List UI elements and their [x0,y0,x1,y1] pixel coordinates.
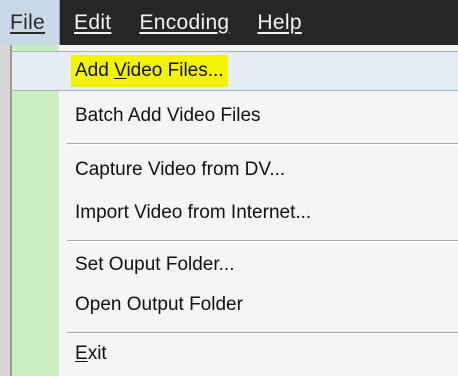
menu-help[interactable]: Help [243,11,315,35]
menu-item-label: Capture Video from DV... [75,159,286,180]
file-dropdown-menu: Add Video Files... Batch Add Video Files… [10,45,458,376]
menu-item-open-output-folder[interactable]: Open Output Folder [12,285,458,325]
menu-item-batch-add-video-files[interactable]: Batch Add Video Files [12,96,458,136]
menu-item-label: Set Ouput Folder... [75,254,235,275]
menu-item-label: Exit [75,343,107,364]
menu-file[interactable]: File [0,0,61,45]
menu-separator [67,240,458,242]
menu-encoding[interactable]: Encoding [125,11,243,35]
menu-edit[interactable]: Edit [60,11,125,35]
menu-bar: File Edit Encoding Help [0,0,458,45]
menu-item-set-output-folder[interactable]: Set Ouput Folder... [12,245,458,285]
menu-item-label: Open Output Folder [75,294,243,315]
menu-separator [67,143,458,145]
menu-item-label: Import Video from Internet... [75,202,312,223]
menu-item-import-video-from-internet[interactable]: Import Video from Internet... [12,193,458,233]
menu-item-label: Batch Add Video Files [75,105,261,126]
menu-item-add-video-files[interactable]: Add Video Files... [12,51,458,91]
menu-item-capture-video-from-dv[interactable]: Capture Video from DV... [12,150,458,190]
menu-item-label: Add Video Files... [71,55,228,87]
menu-item-exit[interactable]: Exit [12,334,458,374]
